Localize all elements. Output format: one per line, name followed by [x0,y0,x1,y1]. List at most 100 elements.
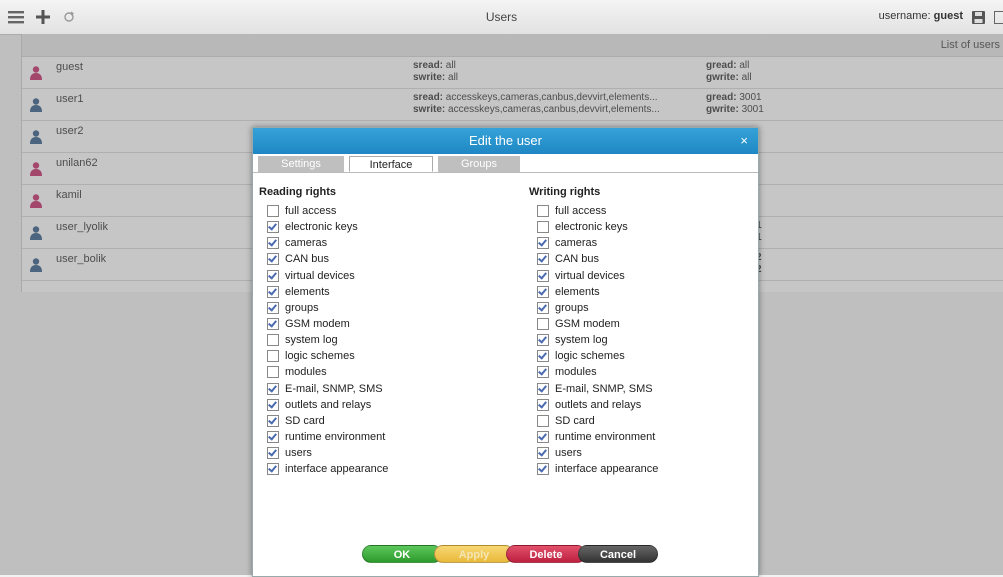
tab-groups[interactable]: Groups [438,156,520,172]
writing-right-label: E-mail, SNMP, SMS [555,383,653,395]
delete-button[interactable]: Delete [506,545,586,563]
reading-right-item: E-mail, SNMP, SMS [259,381,388,397]
apply-button[interactable]: Apply [434,545,514,563]
dialog-title: Edit the user [469,133,542,148]
writing-right-item: E-mail, SNMP, SMS [529,381,658,397]
writing-right-checkbox[interactable] [537,463,549,475]
close-icon[interactable]: × [740,128,748,154]
writing-right-label: virtual devices [555,270,625,282]
reading-right-label: outlets and relays [285,399,371,411]
ok-button[interactable]: OK [362,545,442,563]
save-icon[interactable] [970,8,986,26]
reading-right-checkbox[interactable] [267,383,279,395]
writing-right-checkbox[interactable] [537,237,549,249]
tab-settings[interactable]: Settings [258,156,344,172]
writing-right-checkbox[interactable] [537,366,549,378]
reading-right-checkbox[interactable] [267,237,279,249]
reading-rights-column: Reading rights full access electronic key… [259,186,388,477]
reading-right-checkbox[interactable] [267,205,279,217]
writing-right-item: logic schemes [529,348,658,364]
reading-right-checkbox[interactable] [267,334,279,346]
writing-right-checkbox[interactable] [537,286,549,298]
reading-right-label: cameras [285,237,327,249]
writing-right-checkbox[interactable] [537,447,549,459]
reading-rights-title: Reading rights [259,186,388,198]
reading-right-checkbox[interactable] [267,270,279,282]
writing-right-checkbox[interactable] [537,383,549,395]
writing-right-checkbox[interactable] [537,302,549,314]
writing-right-checkbox[interactable] [537,431,549,443]
reading-right-checkbox[interactable] [267,318,279,330]
writing-right-label: outlets and relays [555,399,641,411]
tab-interface[interactable]: Interface [349,156,433,172]
reading-right-checkbox[interactable] [267,253,279,265]
reading-right-label: groups [285,302,319,314]
writing-right-label: GSM modem [555,318,620,330]
reading-right-item: electronic keys [259,219,388,235]
reading-right-label: elements [285,286,330,298]
writing-right-item: GSM modem [529,316,658,332]
reading-right-label: GSM modem [285,318,350,330]
reading-right-checkbox[interactable] [267,366,279,378]
reading-right-checkbox[interactable] [267,415,279,427]
writing-right-checkbox[interactable] [537,221,549,233]
writing-right-checkbox[interactable] [537,253,549,265]
reading-right-label: E-mail, SNMP, SMS [285,383,383,395]
reading-right-item: runtime environment [259,429,388,445]
writing-right-item: system log [529,332,658,348]
writing-rights-title: Writing rights [529,186,658,198]
writing-right-checkbox[interactable] [537,334,549,346]
writing-right-item: SD card [529,413,658,429]
writing-right-item: interface appearance [529,461,658,477]
reading-right-checkbox[interactable] [267,302,279,314]
window-icon[interactable] [994,8,1003,26]
writing-right-checkbox[interactable] [537,399,549,411]
reading-right-checkbox[interactable] [267,463,279,475]
reading-right-item: outlets and relays [259,397,388,413]
dialog-tabs: Settings Interface Groups [253,154,758,173]
reading-right-label: electronic keys [285,221,358,233]
reading-right-label: users [285,447,312,459]
writing-right-checkbox[interactable] [537,270,549,282]
reading-right-item: CAN bus [259,251,388,267]
reading-right-item: full access [259,203,388,219]
reading-right-item: virtual devices [259,268,388,284]
writing-right-item: electronic keys [529,219,658,235]
reading-right-checkbox[interactable] [267,431,279,443]
reading-right-label: SD card [285,415,325,427]
reading-right-item: groups [259,300,388,316]
reading-right-label: system log [285,334,338,346]
writing-right-checkbox[interactable] [537,318,549,330]
writing-right-checkbox[interactable] [537,415,549,427]
writing-right-label: users [555,447,582,459]
writing-right-label: modules [555,366,597,378]
reading-right-item: GSM modem [259,316,388,332]
reading-right-checkbox[interactable] [267,221,279,233]
writing-right-item: virtual devices [529,268,658,284]
reading-right-item: system log [259,332,388,348]
reading-right-item: interface appearance [259,461,388,477]
writing-right-label: full access [555,205,606,217]
edit-user-dialog: Edit the user × Settings Interface Group… [252,127,759,577]
reading-right-label: full access [285,205,336,217]
writing-right-checkbox[interactable] [537,205,549,217]
reading-right-item: users [259,445,388,461]
reading-right-checkbox[interactable] [267,399,279,411]
writing-right-label: electronic keys [555,221,628,233]
toolbar: Users username: guest [0,0,1003,35]
writing-right-label: CAN bus [555,253,599,265]
writing-right-item: elements [529,284,658,300]
cancel-button[interactable]: Cancel [578,545,658,563]
writing-rights-column: Writing rights full access electronic key… [529,186,658,477]
username-label: username: guest [879,10,963,22]
reading-right-checkbox[interactable] [267,447,279,459]
writing-right-item: modules [529,364,658,380]
writing-right-item: full access [529,203,658,219]
reading-right-checkbox[interactable] [267,286,279,298]
reading-right-checkbox[interactable] [267,350,279,362]
reading-right-item: modules [259,364,388,380]
writing-right-checkbox[interactable] [537,350,549,362]
writing-right-item: users [529,445,658,461]
reading-right-label: CAN bus [285,253,329,265]
reading-right-label: modules [285,366,327,378]
